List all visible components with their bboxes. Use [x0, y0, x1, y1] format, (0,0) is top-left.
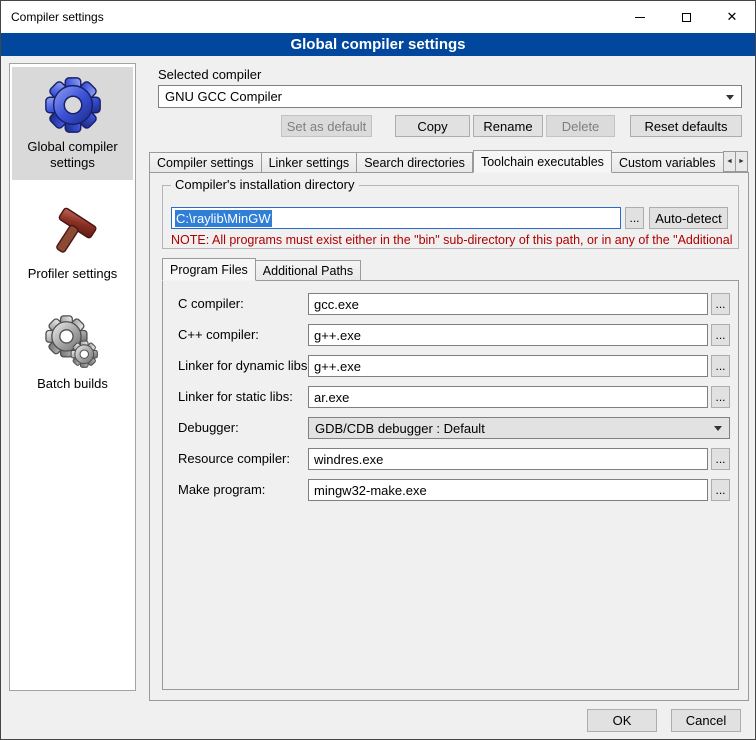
tab-search-directories[interactable]: Search directories	[357, 152, 473, 173]
sidebar: Global compiler settings Profiler settin…	[9, 63, 136, 691]
auto-detect-button[interactable]: Auto-detect	[649, 207, 728, 229]
sidebar-item-label: Profiler settings	[28, 266, 118, 282]
window-controls: ✕	[617, 1, 755, 33]
tab-toolchain-executables[interactable]: Toolchain executables	[473, 150, 612, 173]
install-dir-browse-button[interactable]: ...	[625, 207, 644, 229]
dynamic-linker-input[interactable]	[308, 355, 708, 377]
tab-custom-variables[interactable]: Custom variables	[612, 152, 723, 173]
tab-linker-settings[interactable]: Linker settings	[262, 152, 358, 173]
form-row: Resource compiler: ...	[163, 448, 738, 470]
installation-directory-title: Compiler's installation directory	[171, 177, 359, 192]
cpp-compiler-input[interactable]	[308, 324, 708, 346]
note-text: NOTE: All programs must exist either in …	[171, 233, 734, 247]
cancel-button[interactable]: Cancel	[671, 709, 741, 732]
static-linker-input[interactable]	[308, 386, 708, 408]
toolchain-executables-panel: Compiler's installation directory C:\ray…	[149, 172, 749, 701]
install-dir-value: C:\raylib\MinGW	[175, 210, 272, 227]
field-label: C compiler:	[178, 296, 244, 311]
minimize-icon	[635, 17, 645, 18]
form-row: Debugger: GDB/CDB debugger : Default	[163, 417, 738, 439]
sidebar-item-global-compiler-settings[interactable]: Global compiler settings	[12, 67, 133, 180]
c-compiler-browse-button[interactable]: ...	[711, 293, 730, 315]
resource-compiler-input[interactable]	[308, 448, 708, 470]
sub-tab-strip: Program Files Additional Paths	[162, 258, 361, 281]
selected-compiler-label: Selected compiler	[158, 67, 261, 82]
arrow-right-icon: ►	[738, 158, 745, 165]
resource-compiler-browse-button[interactable]: ...	[711, 448, 730, 470]
sidebar-item-profiler-settings[interactable]: Profiler settings	[12, 196, 133, 290]
field-label: Make program:	[178, 482, 265, 497]
chevron-down-icon	[726, 95, 734, 100]
field-label: C++ compiler:	[178, 327, 259, 342]
form-row: Make program: ...	[163, 479, 738, 501]
c-compiler-input[interactable]	[308, 293, 708, 315]
dialog-header-title: Global compiler settings	[290, 36, 465, 53]
window-title: Compiler settings	[11, 10, 104, 24]
minimize-button[interactable]	[617, 1, 663, 33]
cpp-compiler-browse-button[interactable]: ...	[711, 324, 730, 346]
batch-builds-gears-icon	[43, 312, 103, 372]
rename-button[interactable]: Rename	[473, 115, 543, 137]
maximize-button[interactable]	[663, 1, 709, 33]
titlebar: Compiler settings ✕	[1, 1, 755, 33]
field-label: Debugger:	[178, 420, 239, 435]
maximize-icon	[682, 13, 691, 22]
debugger-value: GDB/CDB debugger : Default	[315, 421, 485, 436]
static-linker-browse-button[interactable]: ...	[711, 386, 730, 408]
compiler-settings-window: Compiler settings ✕ Global compiler sett…	[0, 0, 756, 740]
selected-compiler-combobox[interactable]: GNU GCC Compiler	[158, 85, 742, 108]
tab-strip: Compiler settings Linker settings Search…	[149, 150, 723, 173]
install-dir-input[interactable]: C:\raylib\MinGW	[171, 207, 621, 229]
make-program-browse-button[interactable]: ...	[711, 479, 730, 501]
profiler-icon	[43, 202, 103, 262]
set-as-default-button[interactable]: Set as default	[281, 115, 372, 137]
installation-directory-groupbox: Compiler's installation directory C:\ray…	[162, 185, 739, 249]
ok-button[interactable]: OK	[587, 709, 657, 732]
form-row: C compiler: ...	[163, 293, 738, 315]
subtab-program-files[interactable]: Program Files	[162, 258, 256, 281]
subtab-additional-paths[interactable]: Additional Paths	[256, 260, 361, 281]
gear-icon	[42, 73, 104, 135]
sidebar-item-label: Batch builds	[37, 376, 108, 392]
program-files-panel: C compiler: ... C++ compiler: ... Linker…	[162, 280, 739, 690]
tab-scroll-right-button[interactable]: ►	[735, 151, 748, 172]
field-label: Resource compiler:	[178, 451, 290, 466]
tab-scroll-buttons: ◄ ►	[723, 151, 748, 172]
close-button[interactable]: ✕	[709, 1, 755, 33]
form-row: Linker for static libs: ...	[163, 386, 738, 408]
delete-button[interactable]: Delete	[546, 115, 615, 137]
make-program-input[interactable]	[308, 479, 708, 501]
chevron-down-icon	[714, 426, 722, 431]
field-label: Linker for dynamic libs:	[178, 358, 311, 373]
dynamic-linker-browse-button[interactable]: ...	[711, 355, 730, 377]
field-label: Linker for static libs:	[178, 389, 293, 404]
dialog-header: Global compiler settings	[1, 33, 755, 56]
close-icon: ✕	[727, 9, 738, 25]
copy-button[interactable]: Copy	[395, 115, 470, 137]
tab-compiler-settings[interactable]: Compiler settings	[149, 152, 262, 173]
reset-defaults-button[interactable]: Reset defaults	[630, 115, 742, 137]
selected-compiler-value: GNU GCC Compiler	[165, 89, 282, 104]
arrow-left-icon: ◄	[726, 158, 733, 165]
sidebar-item-label: Global compiler settings	[14, 139, 131, 172]
sidebar-item-batch-builds[interactable]: Batch builds	[12, 306, 133, 400]
form-row: C++ compiler: ...	[163, 324, 738, 346]
debugger-select[interactable]: GDB/CDB debugger : Default	[308, 417, 730, 439]
form-row: Linker for dynamic libs: ...	[163, 355, 738, 377]
